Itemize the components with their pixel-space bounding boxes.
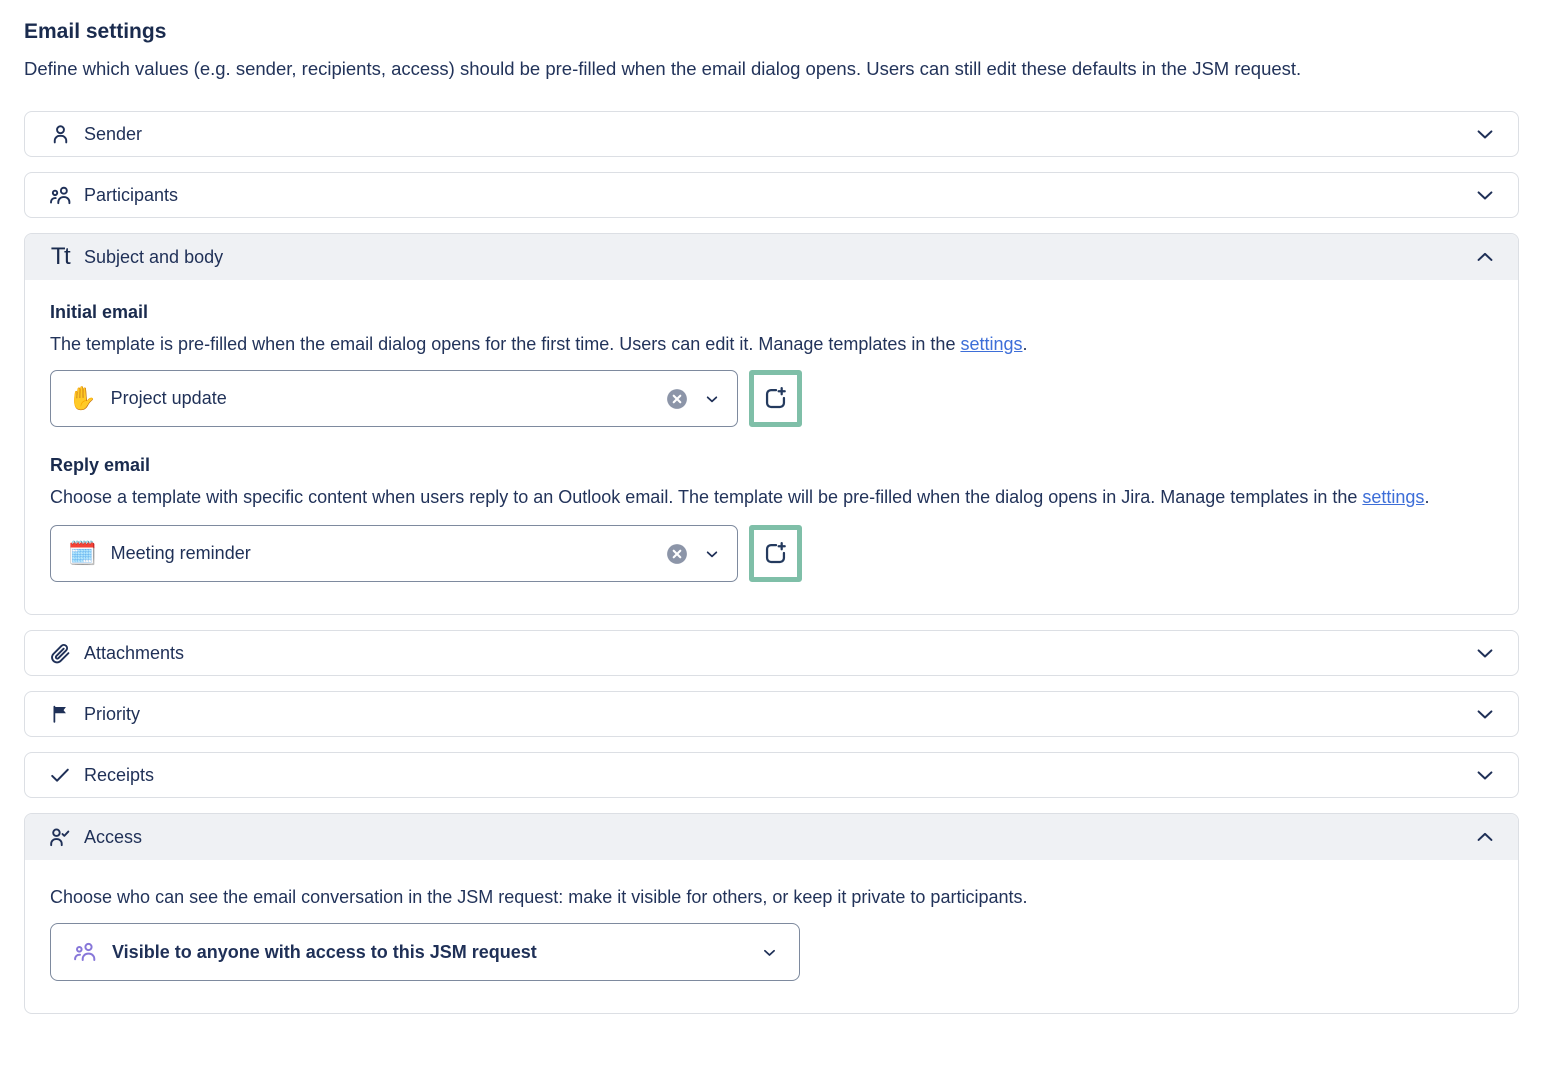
clear-selection-icon[interactable] <box>666 543 688 565</box>
reply-email-description: Choose a template with specific content … <box>50 482 1470 512</box>
email-settings-page: Email settings Define which values (e.g.… <box>0 0 1543 1037</box>
chevron-down-icon <box>761 944 778 961</box>
flag-icon <box>47 701 73 727</box>
accordion-subject-body-label: Subject and body <box>84 247 223 268</box>
text-style-icon: Tt <box>47 244 73 270</box>
reply-email-template-value: Meeting reminder <box>111 543 666 564</box>
create-template-button[interactable] <box>749 525 802 582</box>
accordion-subject-body-header[interactable]: Tt Subject and body <box>25 234 1518 280</box>
settings-link[interactable]: settings <box>960 334 1022 354</box>
accordion-attachments[interactable]: Attachments <box>24 630 1519 676</box>
accordion-subject-body-section: Tt Subject and body Initial email The te… <box>24 233 1519 615</box>
access-visibility-select[interactable]: Visible to anyone with access to this JS… <box>50 923 800 981</box>
accordion-receipts[interactable]: Receipts <box>24 752 1519 798</box>
chevron-down-icon <box>704 546 720 562</box>
chevron-down-icon <box>1474 764 1496 786</box>
accordion-attachments-label: Attachments <box>84 643 184 664</box>
create-template-button[interactable] <box>749 370 802 427</box>
page-title: Email settings <box>24 20 1519 44</box>
accordion-receipts-label: Receipts <box>84 765 154 786</box>
chevron-down-icon <box>704 391 720 407</box>
accordion-access-header[interactable]: Access <box>25 814 1518 860</box>
initial-email-select-row: ✋ Project update <box>50 370 1493 427</box>
access-content: Choose who can see the email conversatio… <box>25 860 1518 1013</box>
person-check-icon <box>47 824 73 850</box>
chevron-down-icon <box>1474 184 1496 206</box>
accordion-sender-label: Sender <box>84 124 142 145</box>
person-icon <box>47 121 73 147</box>
initial-email-heading: Initial email <box>50 302 1493 323</box>
calendar-emoji-icon: 🗓️ <box>68 542 97 565</box>
chevron-down-icon <box>1474 703 1496 725</box>
reply-email-template-select[interactable]: 🗓️ Meeting reminder <box>50 525 738 582</box>
initial-email-description: The template is pre-filled when the emai… <box>50 329 1470 359</box>
accordion-priority-label: Priority <box>84 704 140 725</box>
chevron-down-icon <box>1474 123 1496 145</box>
accordion-priority[interactable]: Priority <box>24 691 1519 737</box>
accordion-access-section: Access Choose who can see the email conv… <box>24 813 1519 1014</box>
subject-body-content: Initial email The template is pre-filled… <box>25 280 1518 614</box>
paperclip-icon <box>47 640 73 666</box>
accordion-sender[interactable]: Sender <box>24 111 1519 157</box>
page-description: Define which values (e.g. sender, recipi… <box>24 54 1519 84</box>
reply-email-heading: Reply email <box>50 455 1493 476</box>
reply-email-select-row: 🗓️ Meeting reminder <box>50 525 1493 582</box>
accordion-access-label: Access <box>84 827 142 848</box>
checkmark-icon <box>47 762 73 788</box>
accordion-participants[interactable]: Participants <box>24 172 1519 218</box>
access-visibility-value: Visible to anyone with access to this JS… <box>112 942 761 963</box>
chevron-up-icon <box>1474 826 1496 848</box>
people-icon <box>47 182 73 208</box>
chevron-down-icon <box>1474 642 1496 664</box>
initial-email-template-select[interactable]: ✋ Project update <box>50 370 738 427</box>
hand-emoji-icon: ✋ <box>68 387 97 410</box>
settings-link[interactable]: settings <box>1362 487 1424 507</box>
accordion-participants-label: Participants <box>84 185 178 206</box>
clear-selection-icon[interactable] <box>666 388 688 410</box>
initial-email-template-value: Project update <box>111 388 666 409</box>
people-icon <box>72 939 98 965</box>
access-description: Choose who can see the email conversatio… <box>50 882 1470 912</box>
chevron-up-icon <box>1474 246 1496 268</box>
